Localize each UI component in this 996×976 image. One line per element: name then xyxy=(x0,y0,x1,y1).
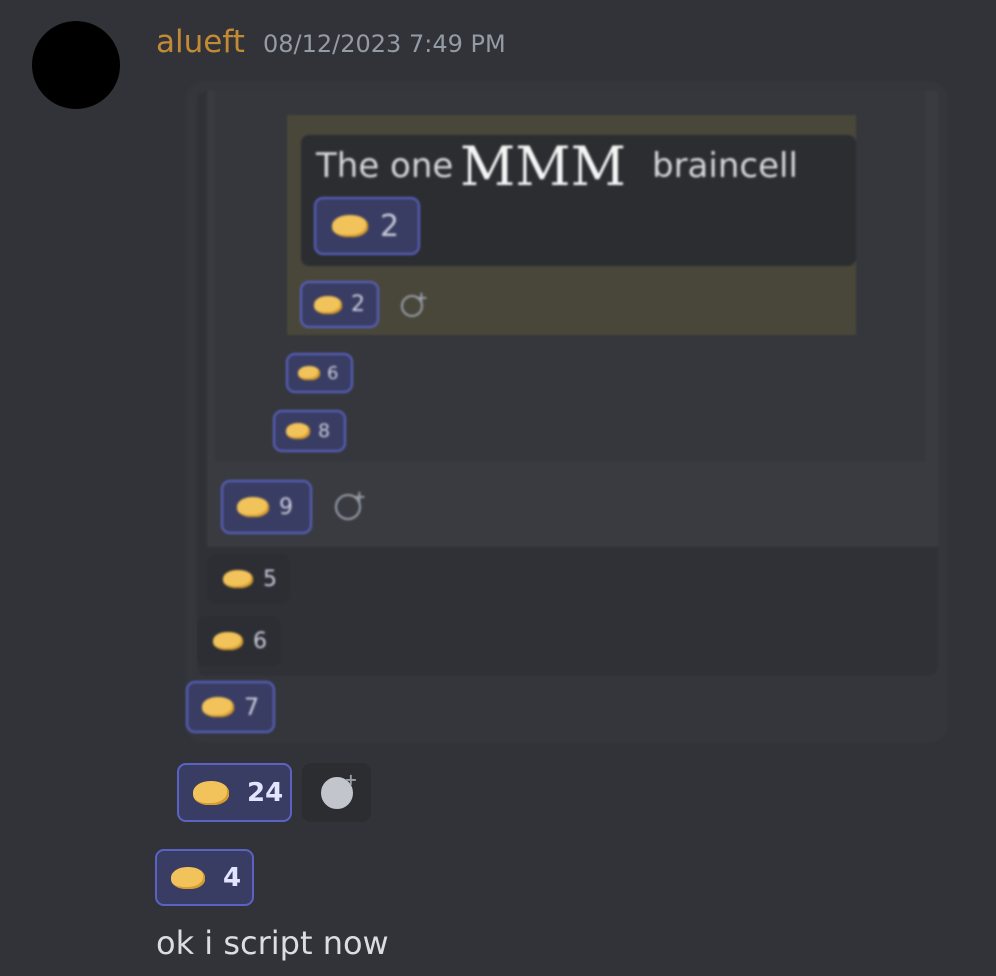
handshake-icon xyxy=(237,497,269,517)
add-reaction-button[interactable] xyxy=(302,763,371,822)
nested-reaction: 9 xyxy=(221,480,312,534)
nested-reaction: 8 xyxy=(273,410,346,452)
handshake-icon xyxy=(223,570,253,588)
handshake-icon xyxy=(286,423,310,439)
handshake-icon xyxy=(314,295,342,314)
handshake-icon xyxy=(213,632,243,650)
quote-text-big: MMM xyxy=(460,135,626,198)
quote-text-left: The one xyxy=(316,146,454,186)
add-reaction-icon xyxy=(330,487,366,525)
add-reaction-icon xyxy=(397,288,428,321)
handshake-icon xyxy=(332,215,368,237)
nested-reaction: 2 xyxy=(314,197,420,255)
reaction-handshake-4[interactable]: 4 xyxy=(155,849,254,906)
nested-reaction: 2 xyxy=(300,281,379,328)
author-name[interactable]: alueft xyxy=(156,24,245,60)
nested-reaction: 6 xyxy=(197,616,281,666)
nested-reaction: 6 xyxy=(286,353,353,393)
add-reaction-icon xyxy=(320,770,358,809)
quote-text-right: braincell xyxy=(652,146,798,186)
handshake-icon xyxy=(202,697,234,717)
handshake-icon xyxy=(298,366,320,380)
handshake-icon xyxy=(171,866,205,889)
message-content: ok i script now xyxy=(156,924,389,962)
message-timestamp: 08/12/2023 7:49 PM xyxy=(263,30,506,58)
handshake-icon xyxy=(193,780,229,805)
nested-reaction: 7 xyxy=(186,681,275,733)
embedded-screenshot[interactable]: The one MMM braincell 2 2 6 8 9 5 6 7 xyxy=(185,81,948,743)
nested-reaction: 5 xyxy=(207,554,290,604)
user-avatar[interactable] xyxy=(32,21,120,109)
reaction-handshake-24[interactable]: 24 xyxy=(177,763,292,822)
